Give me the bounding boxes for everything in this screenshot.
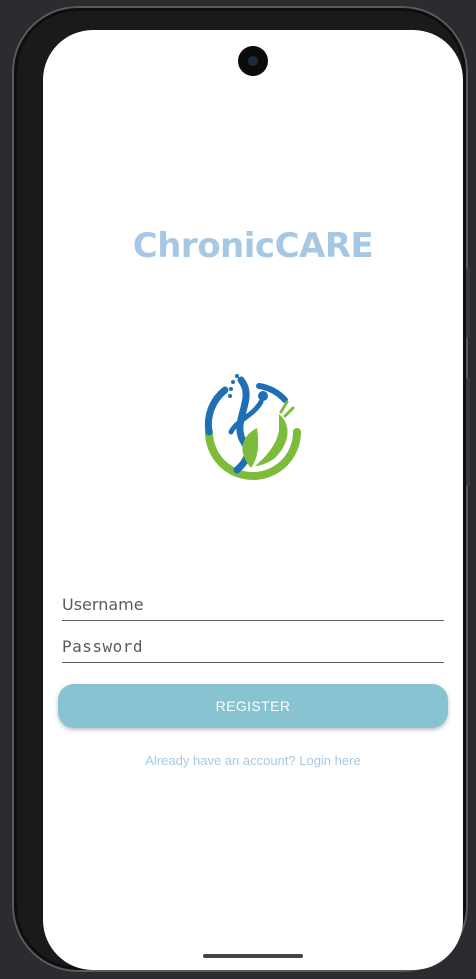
password-input[interactable] — [62, 632, 444, 660]
home-indicator[interactable] — [203, 954, 303, 958]
app-logo-icon — [204, 374, 301, 480]
login-link[interactable]: Already have an account? Login here — [43, 753, 463, 768]
volume-button — [466, 268, 470, 338]
app-screen: ChronicCARE Username REGISTER Already ha… — [43, 30, 463, 970]
front-camera — [238, 46, 268, 76]
username-input[interactable] — [62, 590, 444, 618]
password-field-container — [62, 632, 444, 663]
username-field-container — [62, 590, 444, 621]
app-title: ChronicCARE — [132, 226, 374, 266]
power-button — [466, 378, 470, 486]
phone-device-frame: ChronicCARE Username REGISTER Already ha… — [12, 6, 470, 972]
register-button[interactable]: REGISTER — [58, 684, 448, 728]
